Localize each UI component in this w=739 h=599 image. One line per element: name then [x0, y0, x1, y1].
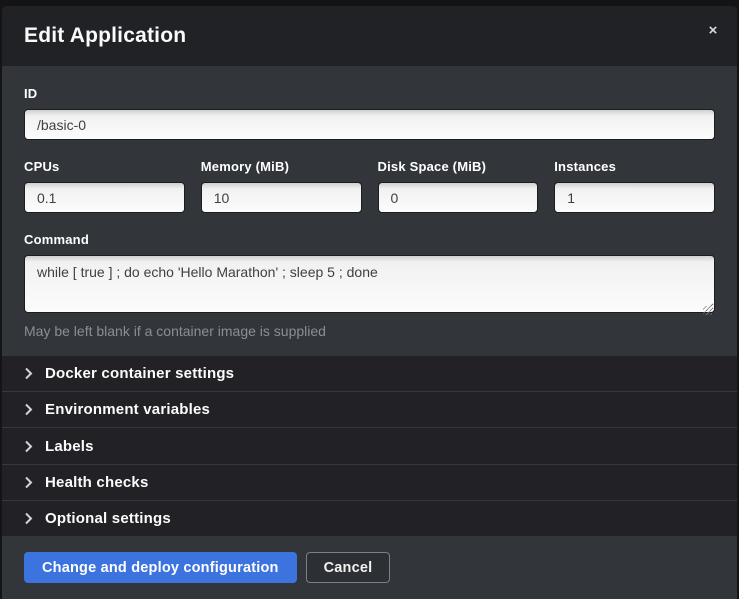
- section-label: Environment variables: [45, 401, 210, 418]
- instances-label: Instances: [554, 159, 715, 174]
- change-and-deploy-button[interactable]: Change and deploy configuration: [24, 552, 297, 583]
- section-labels[interactable]: Labels: [2, 428, 737, 464]
- section-label: Optional settings: [45, 510, 171, 527]
- memory-label: Memory (MiB): [201, 159, 362, 174]
- edit-application-modal: Edit Application × ID CPUs Memory (MiB) …: [2, 6, 737, 599]
- section-optional-settings[interactable]: Optional settings: [2, 501, 737, 536]
- command-help-text: May be left blank if a container image i…: [24, 323, 715, 339]
- section-docker-container-settings[interactable]: Docker container settings: [2, 356, 737, 392]
- cpus-label: CPUs: [24, 159, 185, 174]
- id-label: ID: [24, 86, 715, 101]
- modal-footer: Change and deploy configuration Cancel: [2, 536, 737, 599]
- section-label: Labels: [45, 438, 94, 455]
- instances-field-group: Instances: [554, 159, 715, 213]
- memory-field-group: Memory (MiB): [201, 159, 362, 213]
- chevron-right-icon: [24, 367, 33, 380]
- section-label: Docker container settings: [45, 365, 234, 382]
- cpus-input[interactable]: [24, 182, 185, 213]
- command-textarea[interactable]: while [ true ] ; do echo 'Hello Marathon…: [24, 255, 715, 313]
- section-environment-variables[interactable]: Environment variables: [2, 392, 737, 428]
- disk-label: Disk Space (MiB): [378, 159, 539, 174]
- chevron-right-icon: [24, 403, 33, 416]
- resources-row: CPUs Memory (MiB) Disk Space (MiB) Insta…: [24, 159, 715, 232]
- disk-field-group: Disk Space (MiB): [378, 159, 539, 213]
- modal-header: Edit Application ×: [2, 6, 737, 66]
- memory-input[interactable]: [201, 182, 362, 213]
- chevron-right-icon: [24, 440, 33, 453]
- collapsible-sections: Docker container settings Environment va…: [2, 356, 737, 536]
- application-form: ID CPUs Memory (MiB) Disk Space (MiB) In…: [2, 66, 737, 356]
- id-input[interactable]: [24, 109, 715, 140]
- chevron-right-icon: [24, 512, 33, 525]
- section-health-checks[interactable]: Health checks: [2, 465, 737, 501]
- close-icon[interactable]: ×: [703, 20, 723, 40]
- id-field-group: ID: [24, 86, 715, 140]
- disk-input[interactable]: [378, 182, 539, 213]
- instances-input[interactable]: [554, 182, 715, 213]
- command-field-group: Command while [ true ] ; do echo 'Hello …: [24, 232, 715, 318]
- command-label: Command: [24, 232, 715, 247]
- cpus-field-group: CPUs: [24, 159, 185, 213]
- section-label: Health checks: [45, 474, 148, 491]
- cancel-button[interactable]: Cancel: [306, 552, 391, 583]
- modal-title: Edit Application: [24, 24, 186, 48]
- chevron-right-icon: [24, 476, 33, 489]
